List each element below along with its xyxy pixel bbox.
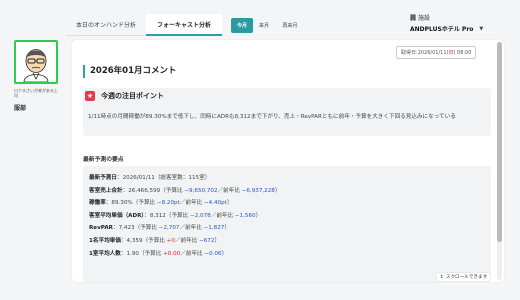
mascot-caption: ロクるさいが来がある上司 (14, 88, 58, 99)
comment-title: 2026年01月コメント (83, 65, 177, 78)
fetched-date: 取得日:2026/01/11(日) 08:00 (396, 46, 477, 59)
mascot-panel: ロクるさいが来がある上司 服部 (0, 0, 64, 300)
building-icon (410, 14, 416, 21)
focus-text: 1/11時点の月間稼働が89.30%まで低下し、同時にADRも8,312まで下が… (88, 114, 456, 120)
tab-forecast-analysis[interactable]: フォーキャスト分析 (146, 14, 222, 36)
scrollbar-thumb[interactable] (497, 42, 502, 242)
fetched-weekday: 日 (448, 50, 454, 56)
focus-title: 今週の注目ポイント (101, 92, 164, 100)
points-box: 最新予測日：2026/01/11（総客室数：115室） 客室売上合計：26,46… (83, 166, 491, 282)
store-selector[interactable]: 施設 ANDPLUSホテル Pro ▼ (410, 13, 483, 33)
period-selector: 今月 来月 再来月 (231, 14, 305, 36)
point-revpar: RevPAR：7,423（予算比 −2,707／前年比 −1,827） (89, 225, 230, 232)
point-per-person: 1名平均単価：4,359（予算比 +0／前年比 −672） (89, 237, 221, 244)
section-title: 最新予測の要点 (83, 157, 124, 163)
chevron-down-icon: ▼ (479, 25, 484, 32)
period-next-month-button[interactable]: 来月 (253, 18, 275, 33)
comment-card[interactable]: 取得日:2026/01/11(日) 08:00 2026年01月コメント ★ 今… (72, 40, 504, 282)
point-forecast-date: 最新予測日：2026/01/11（総客室数：115室） (89, 175, 211, 181)
store-label: 施設 (418, 15, 431, 22)
avatar (14, 40, 58, 84)
mascot-name: 服部 (14, 105, 27, 112)
point-guests-per-room: 1室平均人数：1.90（予算比 +0.00／前年比 −0.06） (89, 250, 228, 257)
period-month-after-next-button[interactable]: 再来月 (275, 18, 305, 33)
mascot-face-icon (16, 42, 56, 82)
star-icon: ★ (85, 91, 95, 101)
app-window: ロクるさいが来がある上司 服部 本日のオンハンド分析 フォーキャスト分析 今月 … (0, 0, 520, 300)
point-revenue: 客室売上合計：26,466,599（予算比 −9,650,702／前年比 −6,… (89, 187, 281, 194)
point-adr: 客室平均単価（ADR）：8,312（予算比 −2,078／前年比 −1,560） (89, 212, 262, 219)
focus-box: ★ 今週の注目ポイント 1/11時点の月間稼働が89.30%まで低下し、同時にA… (83, 88, 491, 136)
store-value: ANDPLUSホテル Pro (410, 26, 474, 33)
scroll-hint: ↕ スクロールできます (437, 273, 491, 281)
scrollbar[interactable] (497, 42, 502, 280)
scroll-arrows-icon: ↕ (440, 274, 444, 280)
tab-bar: 本日のオンハンド分析 フォーキャスト分析 今月 来月 再来月 (66, 14, 305, 36)
period-this-month-button[interactable]: 今月 (231, 17, 253, 33)
tab-onhand-analysis[interactable]: 本日のオンハンド分析 (66, 14, 146, 36)
point-occupancy: 稼働率：89.30%（予算比 −8.20pt／前年比 −4.40pt） (89, 200, 233, 207)
